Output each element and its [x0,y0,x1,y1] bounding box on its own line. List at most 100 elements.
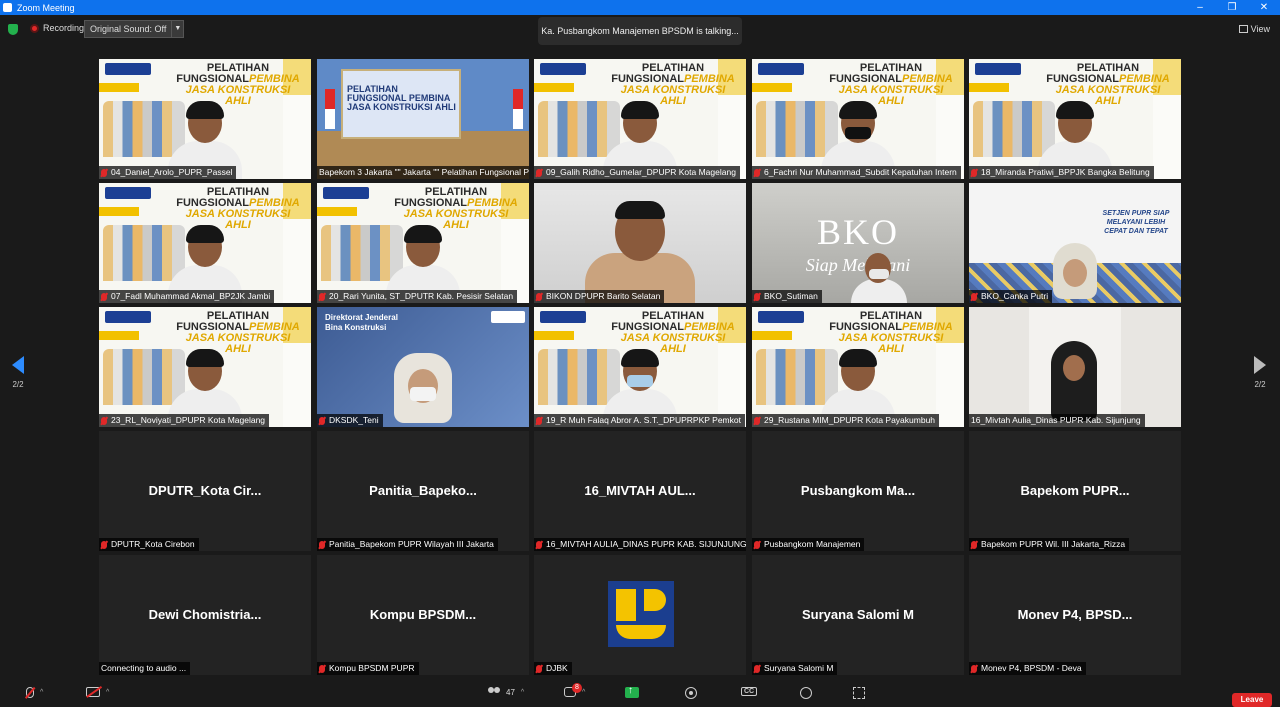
peserta-tag [99,83,139,92]
participant-tile[interactable]: PELATIHAN FUNGSIONALPEMBINA JASA KONSTRU… [99,183,311,303]
pupr-logo [758,311,804,323]
setjen-slogan: SETJEN PUPR SIAP MELAYANI LEBIH CEPAT DA… [1102,210,1170,235]
video-button[interactable]: ^ [86,687,109,697]
video-options-chevron[interactable]: ^ [106,689,109,696]
mic-muted-icon [971,540,977,549]
mic-muted-icon [754,416,760,425]
participant-tile[interactable]: PELATIHAN FUNGSIONALPEMBINA JASA KONSTRU… [534,59,746,179]
close-button[interactable]: ✕ [1248,0,1280,15]
mic-muted-icon [754,168,760,177]
leave-button[interactable]: Leave [1232,693,1272,707]
gallery-grid: PELATIHAN FUNGSIONALPEMBINA JASA KONSTRU… [99,59,1181,675]
participant-name-label: 19_R Muh Falaq Abror A. S.T._DPUPRPKP Pe… [534,414,745,427]
next-page-button[interactable]: 2/2 [1248,356,1272,389]
mic-muted-icon [319,416,325,425]
participant-tile[interactable]: PELATIHAN FUNGSIONALPEMBINA JASA KONSTRU… [99,307,311,427]
participant-tile[interactable]: Bapekom PUPR... Bapekom PUPR Wil. III Jak… [969,431,1181,551]
video-feed: PELATIHAN FUNGSIONALPEMBINA JASA KONSTRU… [752,307,964,427]
recording-indicator[interactable]: Recording [30,23,84,33]
audio-options-chevron[interactable]: ^ [40,689,43,696]
participants-count: 47 [506,687,515,697]
participant-tile[interactable]: BKO Siap Melayani BKO_Sutiman [752,183,964,303]
event-screen: PELATIHAN FUNGSIONAL PEMBINA JASA KONSTRUK… [341,69,461,139]
participant-tile[interactable]: Pusbangkom Ma... Pusbangkom Manajemen [752,431,964,551]
fullscreen-button[interactable] [853,687,865,699]
participant-tile[interactable]: PELATIHAN FUNGSIONALPEMBINA JASA KONSTRU… [317,183,529,303]
participant-tile[interactable]: Monev P4, BPSD... Monev P4, BPSDM - Deva [969,555,1181,675]
share-screen-button[interactable] [625,685,639,698]
participant-tile[interactable]: PELATIHAN FUNGSIONALPEMBINA JASA KONSTRU… [99,59,311,179]
maximize-button[interactable]: ❐ [1216,0,1248,15]
peserta-tag [99,207,139,216]
participant-tile[interactable]: 16_MIVTAH AUL... 16_MIVTAH AULIA_DINAS PU… [534,431,746,551]
participant-display-name: 16_MIVTAH AUL... [584,483,696,498]
minimize-button[interactable]: – [1184,0,1216,15]
mic-muted-icon [101,168,107,177]
participant-tile[interactable]: Kompu BPSDM... Kompu BPSDM PUPR [317,555,529,675]
participant-tile[interactable]: PELATIHAN FUNGSIONALPEMBINA JASA KONSTRU… [534,307,746,427]
participant-name-label: Bapekom PUPR Wil. III Jakarta_Rizza [969,538,1130,551]
mic-muted-icon [754,292,760,301]
participant-name-label: Kompu BPSDM PUPR [317,662,419,675]
flag-icon [513,89,523,129]
participant-tile[interactable]: DPUTR_Kota Cir... DPUTR_Kota Cirebon [99,431,311,551]
pupr-logo [105,187,151,199]
record-icon [685,687,697,699]
peserta-tag [317,207,357,216]
participant-tile[interactable]: DJBK [534,555,746,675]
closed-caption-icon: CC [741,687,758,696]
participants-chevron[interactable]: ^ [521,689,524,696]
participant-tile[interactable]: PELATIHAN FUNGSIONAL PEMBINA JASA KONSTRUK… [317,59,529,179]
view-button[interactable]: View [1238,24,1270,34]
pupr-logo [323,187,369,199]
mic-muted-icon [536,416,542,425]
chevron-down-icon[interactable]: ▼ [171,21,183,37]
pupr-logo [540,63,586,75]
mic-muted-icon [536,540,542,549]
shield-icon[interactable] [8,24,18,35]
video-feed: PELATIHAN FUNGSIONAL PEMBINA JASA KONSTRUK… [317,59,529,179]
participant-tile[interactable]: BIKON DPUPR Barito Selatan [534,183,746,303]
record-button[interactable] [685,687,697,699]
video-feed: PELATIHAN FUNGSIONALPEMBINA JASA KONSTRU… [99,59,311,179]
participant-name-label: 09_Galih Ridho_Gumelar_DPUPR Kota Magela… [534,166,740,179]
participant-tile[interactable]: PELATIHAN FUNGSIONALPEMBINA JASA KONSTRU… [752,307,964,427]
participant-tile[interactable]: Panitia_Bapeko... Panitia_Bapekom PUPR Wi… [317,431,529,551]
participant-display-name: Pusbangkom Ma... [800,483,916,498]
chat-button[interactable]: 8 ^ [564,683,585,697]
chat-chevron[interactable]: ^ [582,689,585,696]
mic-muted-icon [26,687,34,698]
participant-tile[interactable]: Direktorat Jenderal Bina Konstruksi DKSDK… [317,307,529,427]
participant-tile[interactable]: PELATIHAN FUNGSIONALPEMBINA JASA KONSTRU… [752,59,964,179]
participant-tile[interactable]: 16_Mivtah Aulia_Dinas PUPR Kab. Sijunjun… [969,307,1181,427]
participant-tile[interactable]: SETJEN PUPR SIAP MELAYANI LEBIH CEPAT DA… [969,183,1181,303]
participant-name-label: 16_MIVTAH AULIA_DINAS PUPR KAB. SIJUNJUN… [534,538,746,551]
participant-display-name: Bapekom PUPR... [1020,483,1130,498]
participant-name-label: 16_Mivtah Aulia_Dinas PUPR Kab. Sijunjun… [969,414,1145,427]
participant-tile[interactable]: PELATIHAN FUNGSIONALPEMBINA JASA KONSTRU… [969,59,1181,179]
closed-caption-button[interactable]: CC [741,687,758,696]
participants-button[interactable]: 47 ^ [488,687,524,697]
participant-name-label: 20_Rari Yunita, ST_DPUTR Kab. Pesisir Se… [317,290,518,303]
chat-badge: 8 [572,683,582,693]
previous-page-button[interactable]: 2/2 [6,356,30,389]
mic-muted-icon [536,168,542,177]
participant-tile[interactable]: Dewi Chomistria... Connecting to audio ..… [99,555,311,675]
video-feed: PELATIHAN FUNGSIONALPEMBINA JASA KONSTRU… [969,59,1181,179]
participant-display-name: Kompu BPSDM... [369,607,477,622]
participant-name-label: Panitia_Bapekom PUPR Wilayah III Jakarta [317,538,498,551]
participant-tile[interactable]: Suryana Salomi M Suryana Salomi M [752,555,964,675]
mic-muted-icon [971,168,977,177]
pupr-logo [105,63,151,75]
reactions-button[interactable] [800,687,812,699]
participant-person [388,353,458,427]
mute-button[interactable]: ^ [26,687,43,698]
peserta-tag [534,83,574,92]
original-sound-button[interactable]: Original Sound: Off ▼ [84,20,185,38]
mic-muted-icon [971,292,977,301]
participant-name-label: 6_Fachri Nur Muhammad_Subdit Kepatuhan I… [752,166,961,179]
video-feed: PELATIHAN FUNGSIONALPEMBINA JASA KONSTRU… [99,307,311,427]
participant-name-label: Monev P4, BPSDM - Deva [969,662,1086,675]
mic-muted-icon [754,664,760,673]
video-feed: SETJEN PUPR SIAP MELAYANI LEBIH CEPAT DA… [969,183,1181,303]
